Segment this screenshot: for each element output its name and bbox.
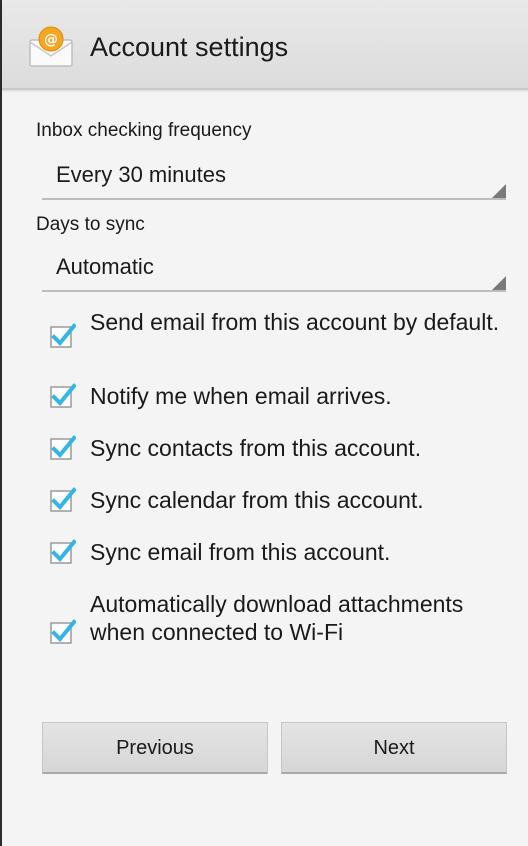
option-label: Sync email from this account. bbox=[90, 539, 391, 565]
option-label: Sync calendar from this account. bbox=[90, 487, 424, 513]
spinner-arrow-icon bbox=[492, 276, 506, 290]
option-send-default[interactable]: Send email from this account by default. bbox=[50, 308, 500, 366]
account-settings-screen: @ Account settings Inbox checking freque… bbox=[0, 0, 528, 846]
checkbox-checked-icon[interactable] bbox=[50, 538, 76, 564]
option-sync-contacts[interactable]: Sync contacts from this account. bbox=[50, 434, 500, 464]
action-bar: @ Account settings bbox=[2, 0, 528, 90]
days-to-sync-value: Automatic bbox=[56, 254, 154, 279]
checkbox-checked-icon[interactable] bbox=[50, 434, 76, 460]
checkbox-checked-icon[interactable] bbox=[50, 486, 76, 512]
svg-text:@: @ bbox=[44, 32, 58, 48]
next-button[interactable]: Next bbox=[281, 722, 507, 774]
option-auto-download[interactable]: Automatically download attachments when … bbox=[50, 590, 500, 676]
inbox-frequency-spinner[interactable]: Every 30 minutes bbox=[42, 158, 506, 200]
page-title: Account settings bbox=[90, 32, 289, 62]
checkbox-checked-icon[interactable] bbox=[50, 618, 76, 644]
inbox-frequency-label: Inbox checking frequency bbox=[36, 120, 252, 141]
option-label: Automatically download attachments when … bbox=[90, 591, 464, 645]
option-label: Notify me when email arrives. bbox=[90, 383, 392, 409]
option-sync-email[interactable]: Sync email from this account. bbox=[50, 538, 500, 568]
option-label: Sync contacts from this account. bbox=[90, 435, 422, 461]
option-sync-calendar[interactable]: Sync calendar from this account. bbox=[50, 486, 500, 516]
spinner-arrow-icon bbox=[492, 184, 506, 198]
option-label: Send email from this account by default. bbox=[90, 309, 500, 335]
days-to-sync-spinner[interactable]: Automatic bbox=[42, 250, 506, 292]
checkbox-checked-icon[interactable] bbox=[50, 322, 76, 348]
option-notify[interactable]: Notify me when email arrives. bbox=[50, 382, 500, 412]
checkbox-checked-icon[interactable] bbox=[50, 382, 76, 408]
days-to-sync-label: Days to sync bbox=[36, 214, 145, 235]
inbox-frequency-value: Every 30 minutes bbox=[56, 162, 226, 187]
previous-button[interactable]: Previous bbox=[42, 722, 268, 774]
email-app-icon: @ bbox=[29, 26, 73, 67]
